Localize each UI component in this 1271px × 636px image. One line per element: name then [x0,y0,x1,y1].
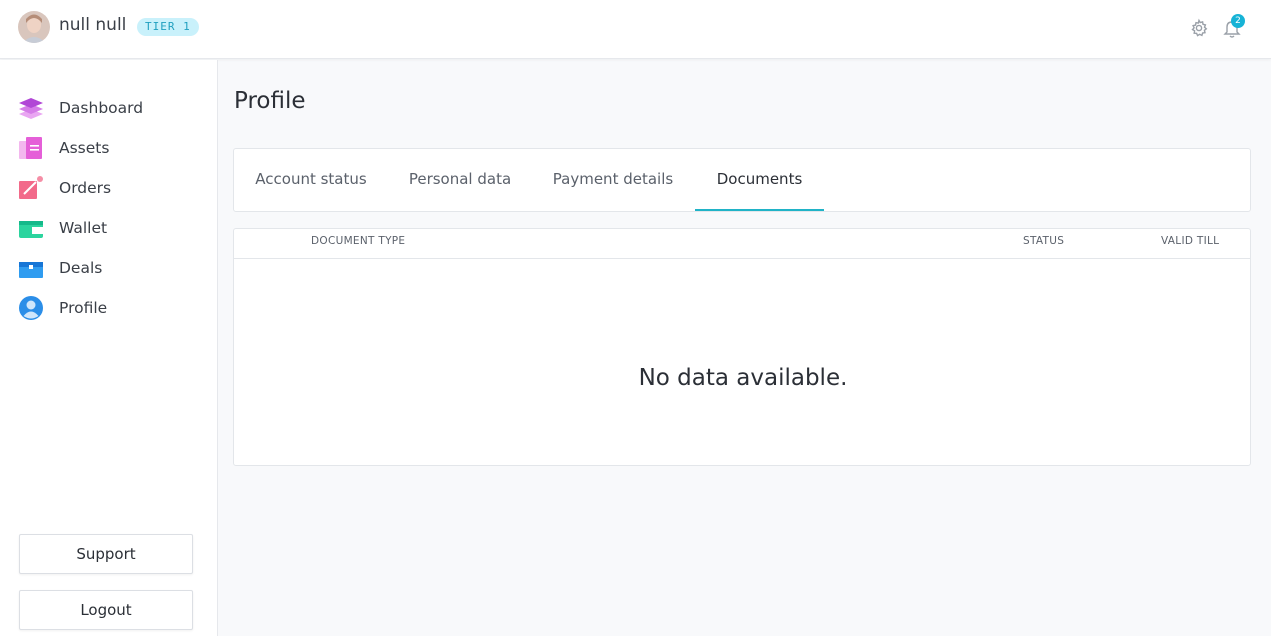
tab-payment-details[interactable]: Payment details [532,149,694,211]
tier-badge: TIER 1 [137,18,199,36]
sidebar-item-label: Dashboard [59,99,144,117]
column-header-document-type[interactable]: DOCUMENT TYPE [311,235,405,247]
sidebar-item-label: Profile [59,299,108,317]
user-avatar[interactable] [18,11,50,43]
sidebar-item-orders[interactable]: Orders [18,174,208,202]
sidebar-item-label: Assets [59,139,110,157]
documents-table: DOCUMENT TYPE STATUS VALID TILL No data … [233,228,1251,466]
sidebar-item-label: Deals [59,259,103,277]
briefcase-icon [18,255,44,281]
sidebar-item-label: Orders [59,179,112,197]
sidebar: Dashboard Assets Orders Wallet Deals Pro… [0,60,218,636]
documents-icon [18,135,44,161]
sidebar-item-profile[interactable]: Profile [18,294,208,322]
top-header: null null TIER 1 2 [0,0,1271,59]
wallet-icon [18,215,44,241]
tab-personal-data[interactable]: Personal data [388,149,532,211]
tab-documents[interactable]: Documents [695,149,824,211]
page-title: Profile [234,88,306,114]
column-header-status[interactable]: STATUS [1023,235,1064,247]
sidebar-item-dashboard[interactable]: Dashboard [18,94,208,122]
order-icon [18,175,44,201]
notification-count-badge: 2 [1231,14,1245,28]
column-header-valid-till[interactable]: VALID TILL [1161,235,1219,247]
sidebar-item-assets[interactable]: Assets [18,134,208,162]
layers-icon [18,95,44,121]
support-button[interactable]: Support [19,534,193,574]
logout-button[interactable]: Logout [19,590,193,630]
settings-gear-icon[interactable] [1189,18,1209,38]
sidebar-item-wallet[interactable]: Wallet [18,214,208,242]
user-name[interactable]: null null [59,15,126,35]
profile-tabs: Account status Personal data Payment det… [233,148,1251,212]
user-icon [18,295,44,321]
empty-state-message: No data available. [638,365,848,391]
tab-account-status[interactable]: Account status [234,149,388,211]
sidebar-item-label: Wallet [59,219,108,237]
table-header: DOCUMENT TYPE STATUS VALID TILL [234,229,1250,259]
sidebar-item-deals[interactable]: Deals [18,254,208,282]
